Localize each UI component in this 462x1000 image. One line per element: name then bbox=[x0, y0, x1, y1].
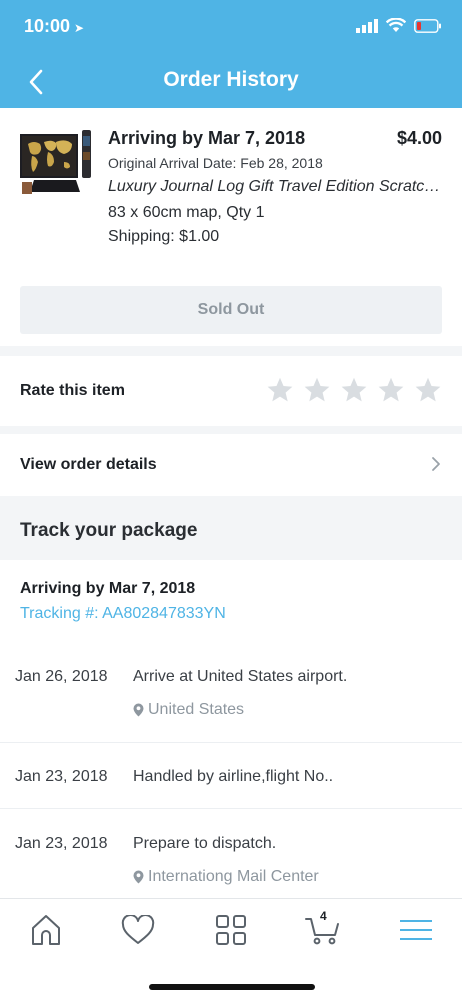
tab-cart[interactable]: 4 bbox=[303, 909, 343, 947]
chevron-right-icon bbox=[432, 457, 440, 471]
section-divider bbox=[0, 426, 462, 434]
tab-categories[interactable] bbox=[211, 913, 251, 947]
status-bar: 10:00 ➤ bbox=[0, 0, 462, 56]
status-time: 10:00 ➤ bbox=[24, 16, 84, 37]
world-map-image bbox=[20, 130, 91, 194]
star-rating[interactable] bbox=[266, 376, 442, 404]
star-icon-5[interactable] bbox=[414, 376, 442, 404]
star-icon-4[interactable] bbox=[377, 376, 405, 404]
event-description: Handled by airline,flight No.. bbox=[133, 768, 334, 785]
home-indicator bbox=[149, 984, 315, 990]
track-package-title: Track your package bbox=[20, 520, 198, 541]
location-pin-icon bbox=[133, 870, 144, 884]
cart-count-badge: 4 bbox=[320, 909, 327, 923]
page-title: Order History bbox=[163, 68, 299, 91]
view-order-details-row[interactable]: View order details bbox=[0, 434, 462, 496]
event-description: Prepare to dispatch. bbox=[133, 835, 277, 852]
rate-item-label: Rate this item bbox=[20, 382, 125, 399]
star-icon-2[interactable] bbox=[303, 376, 331, 404]
heart-icon bbox=[121, 915, 155, 944]
status-time-text: 10:00 bbox=[24, 16, 71, 36]
grid-icon bbox=[216, 915, 246, 945]
product-name: Luxury Journal Log Gift Travel Edition S… bbox=[108, 178, 442, 195]
tab-wishlist[interactable] bbox=[118, 913, 158, 947]
home-icon bbox=[32, 915, 60, 945]
tracking-arrival-date: Arriving by Mar 7, 2018 bbox=[20, 580, 196, 597]
event-location: United States bbox=[133, 701, 244, 719]
event-location-text: Internationg Mail Center bbox=[148, 868, 319, 885]
star-icon-3[interactable] bbox=[340, 376, 368, 404]
original-arrival-date: Original Arrival Date: Feb 28, 2018 bbox=[108, 155, 323, 171]
track-package-header: Track your package bbox=[0, 502, 462, 560]
event-separator bbox=[0, 808, 462, 809]
sold-out-button[interactable]: Sold Out bbox=[20, 286, 442, 334]
tab-home[interactable] bbox=[26, 913, 66, 947]
nav-bar: Order History bbox=[0, 56, 462, 108]
event-description: Arrive at United States airport. bbox=[133, 668, 348, 685]
product-spec: 83 x 60cm map, Qty 1 bbox=[108, 204, 265, 221]
item-price: $4.00 bbox=[396, 128, 442, 148]
rate-item-row: Rate this item bbox=[0, 356, 462, 426]
event-date: Jan 26, 2018 bbox=[15, 668, 108, 685]
section-divider bbox=[0, 346, 462, 356]
battery-icon bbox=[414, 18, 441, 33]
status-icons bbox=[356, 18, 442, 33]
event-separator bbox=[0, 742, 462, 743]
view-order-details-label: View order details bbox=[20, 456, 157, 473]
product-image bbox=[20, 130, 94, 196]
wifi-icon bbox=[386, 18, 406, 32]
tab-menu[interactable] bbox=[396, 913, 436, 947]
event-location-text: United States bbox=[148, 701, 245, 718]
shipping-cost: Shipping: $1.00 bbox=[108, 228, 220, 245]
menu-icon bbox=[400, 920, 432, 940]
location-pin-icon bbox=[133, 703, 144, 717]
cellular-signal-icon bbox=[356, 18, 378, 33]
event-location: Internationg Mail Center bbox=[133, 868, 319, 886]
location-arrow-icon: ➤ bbox=[74, 21, 85, 35]
order-item[interactable]: Arriving by Mar 7, 2018 $4.00 Original A… bbox=[0, 108, 462, 270]
event-date: Jan 23, 2018 bbox=[15, 768, 108, 785]
star-icon-1[interactable] bbox=[266, 376, 294, 404]
arrival-date: Arriving by Mar 7, 2018 bbox=[108, 128, 306, 148]
event-date: Jan 23, 2018 bbox=[15, 835, 108, 852]
tracking-number-link[interactable]: Tracking #: AA802847833YN bbox=[20, 605, 226, 623]
